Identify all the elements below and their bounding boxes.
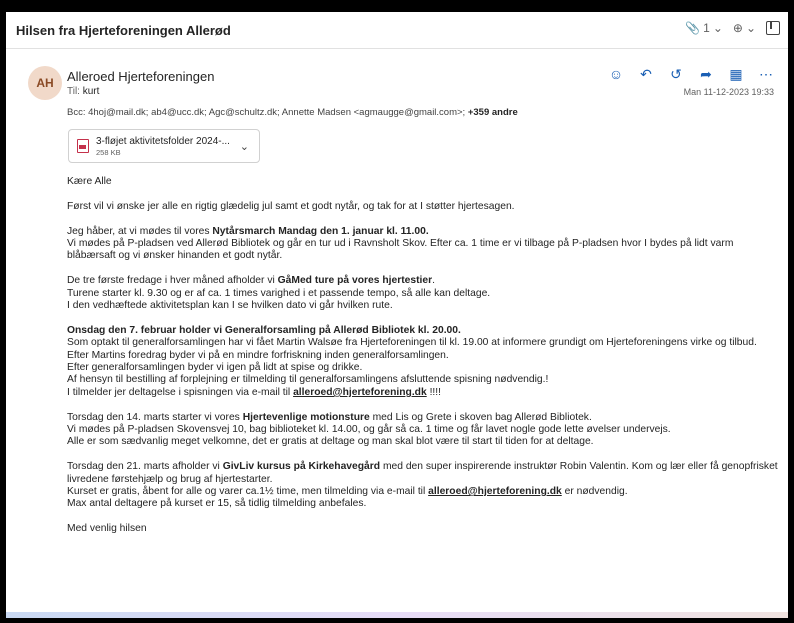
avatar: AH [28,66,62,100]
paragraph-givliv-course: Torsdag den 21. marts afholder vi GivLiv… [67,461,779,511]
email-body: Kære Alle Først vil vi ønske jer alle en… [67,176,779,548]
paragraph-christmas: Først vil vi ønske jer alle en rigtig gl… [67,200,515,212]
bold-text: Onsdag den 7. februar holder vi Generalf… [67,324,461,336]
text: er nødvendig. [561,486,628,498]
paragraph-general-assembly: Onsdag den 7. februar holder vi Generalf… [67,325,779,399]
text: Som optakt til generalforsamlingen har v… [67,337,757,349]
pdf-file-icon [77,139,89,153]
apps-icon[interactable]: ▦ [728,66,744,83]
text: med Lis og Grete i skoven bag Allerød Bi… [369,411,592,423]
email-link[interactable]: alleroed@hjerteforening.dk [293,387,427,398]
to-line: Til: kurt [67,86,99,97]
message-actions: ☺ ↶ ↺ ➦ ▦ ⋯ [608,66,774,83]
attachment-size: 258 KB [96,147,121,157]
text: Efter Martins foredrag byder vi på en mi… [67,349,449,361]
text: !!!! [426,386,442,398]
zoom-icon: ⊕ [732,21,743,35]
bcc-recipients: Bcc: 4hoj@mail.dk; ab4@ucc.dk; Agc@schul… [67,107,468,118]
attachment-count: 1 [703,21,710,35]
text: I den vedhæftede aktivitetsplan kan I se… [67,300,393,312]
text: De tre første fredage i hver måned afhol… [67,275,278,287]
sender-name[interactable]: Alleroed Hjerteforeningen [67,69,214,84]
paragraph-exercise-walks: Torsdag den 14. marts starter vi vores H… [67,412,779,449]
paragraph-new-year-march: Jeg håber, at vi mødes til vores Nytårsm… [67,226,779,263]
bold-text: Nytårsmarch Mandag den 1. januar kl. 11.… [212,225,429,237]
forward-icon[interactable]: ➦ [698,66,714,83]
email-subject: Hilsen fra Hjerteforeningen Allerød [16,22,231,38]
text: Vi mødes på P-pladsen Skovensvej 10, bag… [67,424,671,436]
text: Torsdag den 21. marts afholder vi [67,461,223,473]
bold-text: GivLiv kursus på Kirkehavegård [222,461,381,473]
text: Af hensyn til bestilling af forplejning … [67,374,549,386]
attachment-name: 3-fløjet aktivitetsfolder 2024-... [96,135,230,147]
text: Torsdag den 14. marts starter vi vores [67,411,243,423]
more-icon[interactable]: ⋯ [758,66,774,83]
closing: Med venlig hilsen [67,523,147,535]
text: Jeg håber, at vi mødes til vores [67,225,213,237]
text: Efter generalforsamlingen byder vi igen … [67,362,363,374]
chevron-down-icon: ⌄ [745,21,756,35]
text: Kurset er gratis, åbent for alle og vare… [67,486,429,498]
bcc-line: Bcc: 4hoj@mail.dk; ab4@ucc.dk; Agc@schul… [67,107,518,118]
attachment-info: 3-fløjet aktivitetsfolder 2024-... 258 K… [96,136,230,157]
text: Max antal deltagere på kurset er 15, så … [67,498,367,510]
text: Vi mødes på P-pladsen ved Allerød Biblio… [67,238,734,262]
popout-icon[interactable] [766,21,780,35]
text: I tilmelder jer deltagelse i spisningen … [67,386,294,398]
greeting: Kære Alle [67,176,112,187]
sent-date: Man 11-12-2023 19:33 [683,87,774,97]
chevron-down-icon[interactable]: ⌄ [240,140,249,153]
attachment-count-button[interactable]: 📎 1 ⌄ [685,21,723,35]
reply-all-icon[interactable]: ↺ [668,66,684,83]
to-recipient[interactable]: kurt [83,86,100,97]
text: Turene starter kl. 9.30 og er af ca. 1 t… [67,287,491,299]
email-reading-pane: Hilsen fra Hjerteforeningen Allerød 📎 1 … [6,12,788,618]
bcc-more-link[interactable]: +359 andre [468,107,518,118]
bold-text: Hjertevenlige motionsture [242,411,370,423]
title-actions: 📎 1 ⌄ ⊕ ⌄ [685,21,780,35]
attachment-card[interactable]: 3-fløjet aktivitetsfolder 2024-... 258 K… [68,129,260,163]
bold-text: GåMed ture på vores hjertestier [277,275,433,287]
bottom-gradient-stripe [6,612,788,618]
to-label: Til: [67,86,80,97]
chevron-down-icon: ⌄ [712,21,723,35]
zoom-button[interactable]: ⊕ ⌄ [733,21,756,35]
text: . [432,275,436,287]
title-bar: Hilsen fra Hjerteforeningen Allerød 📎 1 … [6,12,788,49]
email-link[interactable]: alleroed@hjerteforening.dk [428,486,562,497]
text: Alle er som sædvanlig meget velkomne, de… [67,436,594,448]
paragraph-gamed: De tre første fredage i hver måned afhol… [67,275,779,312]
paperclip-icon: 📎 [685,21,701,35]
reply-icon[interactable]: ↶ [638,66,654,83]
emoji-icon[interactable]: ☺ [608,66,624,83]
